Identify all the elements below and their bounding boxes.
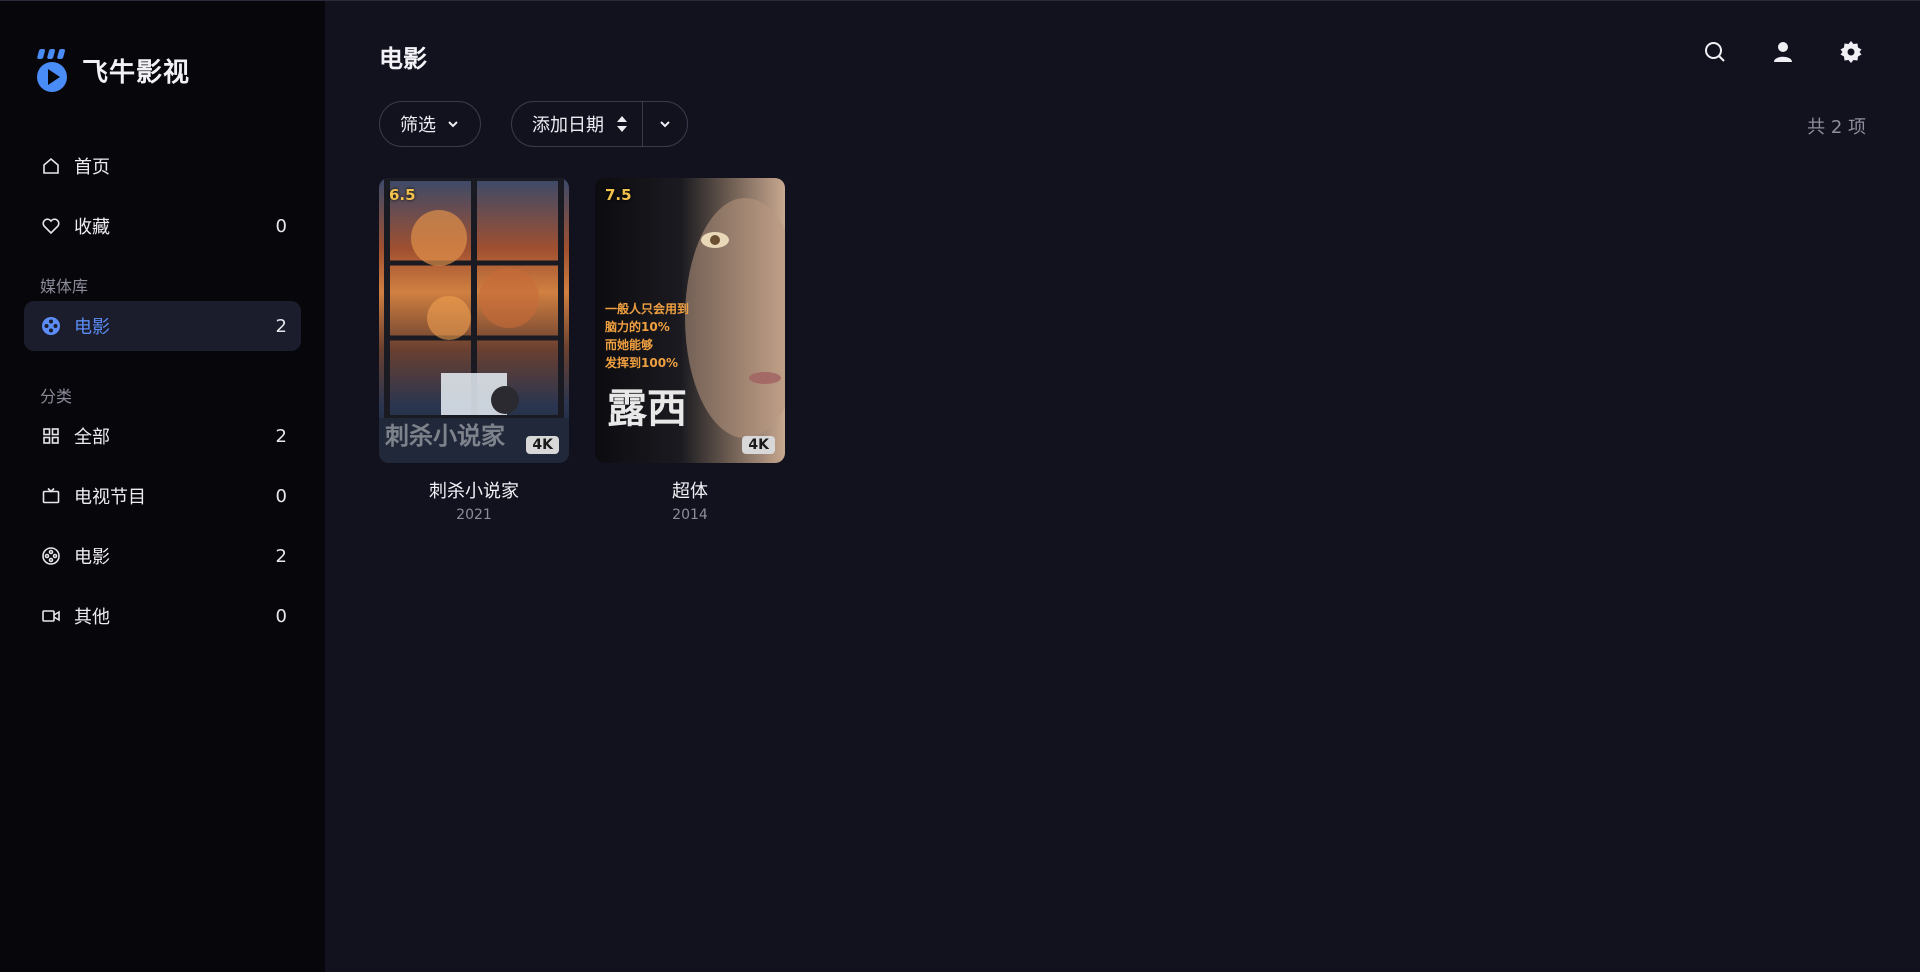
app-window: 飞牛影视 首页 收藏 0 媒体库 电影 2 分类 全部 2 电视节目 0 电影 … bbox=[0, 0, 1920, 972]
brand-logo-icon bbox=[37, 49, 67, 92]
poster-tagline: 一般人只会用到 bbox=[605, 302, 690, 316]
grid-icon bbox=[40, 425, 62, 447]
category-item-count: 2 bbox=[275, 425, 287, 447]
sort-dropdown-button[interactable] bbox=[643, 102, 687, 146]
nav-item-count: 0 bbox=[275, 215, 287, 237]
filter-button[interactable]: 筛选 bbox=[379, 101, 481, 147]
section-title-categories: 分类 bbox=[40, 387, 73, 406]
rating-badge: 6.5 bbox=[389, 186, 416, 204]
resolution-badge: 4K bbox=[526, 436, 559, 454]
nav-item-label: 首页 bbox=[74, 157, 110, 178]
settings-icon[interactable] bbox=[1838, 39, 1864, 65]
resolution-badge: 4K bbox=[742, 436, 775, 454]
poster-title-text: 刺杀小说家 bbox=[385, 421, 505, 450]
section-title-library: 媒体库 bbox=[40, 277, 89, 296]
category-item-movies[interactable]: 电影 2 bbox=[24, 531, 301, 581]
category-item-other[interactable]: 其他 0 bbox=[24, 591, 301, 641]
sort-button-label: 添加日期 bbox=[532, 115, 604, 136]
sort-button[interactable]: 添加日期 bbox=[512, 102, 643, 146]
toolbar: 筛选 添加日期 bbox=[379, 101, 688, 147]
sort-control: 添加日期 bbox=[511, 101, 688, 147]
poster-tagline: 脑力的10% bbox=[605, 320, 670, 334]
library-item-label: 电影 bbox=[74, 317, 110, 338]
movie-year: 2021 bbox=[456, 507, 492, 523]
movie-card[interactable]: 刺杀小说家 6.5 4K 刺杀小说家 2021 bbox=[379, 178, 569, 523]
category-item-count: 2 bbox=[275, 545, 287, 567]
movie-poster[interactable]: 一般人只会用到 脑力的10% 而她能够 发挥到100% 露西 7.5 4K bbox=[595, 178, 785, 463]
nav-item-label: 收藏 bbox=[74, 217, 110, 238]
nav-item-home[interactable]: 首页 bbox=[24, 141, 301, 191]
header-actions bbox=[1702, 39, 1864, 65]
category-item-tv[interactable]: 电视节目 0 bbox=[24, 471, 301, 521]
home-icon bbox=[40, 155, 62, 177]
tv-icon bbox=[40, 485, 62, 507]
heart-icon bbox=[40, 215, 62, 237]
library-item-movies[interactable]: 电影 2 bbox=[24, 301, 301, 351]
search-icon[interactable] bbox=[1702, 39, 1728, 65]
movie-card[interactable]: 一般人只会用到 脑力的10% 而她能够 发挥到100% 露西 7.5 4K 超体… bbox=[595, 178, 785, 523]
user-icon[interactable] bbox=[1770, 39, 1796, 65]
category-item-label: 电视节目 bbox=[74, 487, 146, 508]
filter-button-label: 筛选 bbox=[400, 115, 436, 136]
movie-grid: 刺杀小说家 6.5 4K 刺杀小说家 2021 一般人只会用到 脑力的10% 而… bbox=[379, 178, 785, 523]
category-item-label: 其他 bbox=[74, 607, 110, 628]
main-content: 电影 筛选 添加日期 共 2 项 刺杀小说家 6.5 4K 刺杀小说家 2021… bbox=[325, 1, 1920, 972]
category-item-all[interactable]: 全部 2 bbox=[24, 411, 301, 461]
library-item-count: 2 bbox=[275, 315, 287, 337]
poster-tagline: 而她能够 bbox=[605, 338, 654, 352]
video-camera-icon bbox=[40, 605, 62, 627]
movie-poster[interactable]: 刺杀小说家 6.5 4K bbox=[379, 178, 569, 463]
brand-name: 飞牛影视 bbox=[82, 57, 191, 88]
poster-tagline: 发挥到100% bbox=[605, 356, 679, 370]
movie-year: 2014 bbox=[672, 507, 708, 523]
category-item-count: 0 bbox=[275, 605, 287, 627]
sidebar: 飞牛影视 首页 收藏 0 媒体库 电影 2 分类 全部 2 电视节目 0 电影 … bbox=[0, 1, 325, 972]
movie-title[interactable]: 超体 bbox=[595, 477, 785, 503]
chevron-down-icon bbox=[660, 121, 670, 128]
poster-title-text: 露西 bbox=[607, 386, 687, 432]
movie-title[interactable]: 刺杀小说家 bbox=[379, 477, 569, 503]
sort-arrows-icon bbox=[617, 116, 627, 132]
chevron-down-icon bbox=[448, 121, 458, 128]
brand[interactable]: 飞牛影视 bbox=[34, 45, 301, 95]
nav-item-favorites[interactable]: 收藏 0 bbox=[24, 201, 301, 251]
category-item-label: 电影 bbox=[74, 547, 110, 568]
page-title: 电影 bbox=[379, 45, 427, 73]
rating-badge: 7.5 bbox=[605, 186, 632, 204]
category-item-label: 全部 bbox=[74, 427, 110, 448]
film-reel-icon bbox=[40, 315, 62, 337]
category-item-count: 0 bbox=[275, 485, 287, 507]
total-count: 共 2 项 bbox=[1807, 117, 1866, 138]
film-reel-icon bbox=[40, 545, 62, 567]
